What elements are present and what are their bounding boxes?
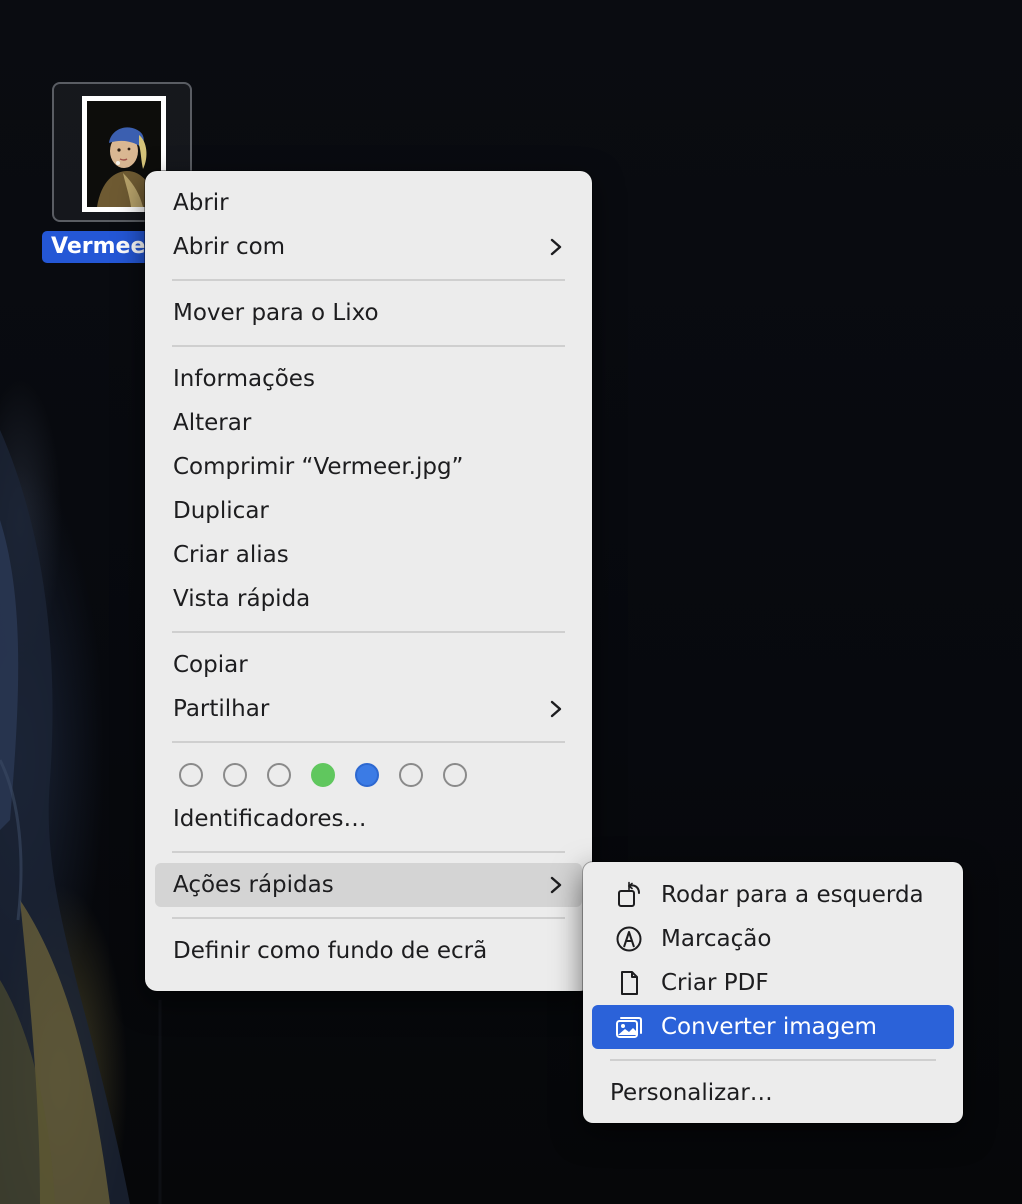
- menu-item-get-info[interactable]: Informações: [145, 357, 592, 401]
- menu-separator: [172, 631, 565, 633]
- tag-circle-empty[interactable]: [179, 763, 203, 787]
- menu-separator: [172, 741, 565, 743]
- tag-circle-blue[interactable]: [355, 763, 379, 787]
- submenu-item-label: Marcação: [661, 926, 772, 952]
- submenu-item-markup[interactable]: Marcação: [583, 917, 963, 961]
- quick-actions-submenu: Rodar para a esquerda Marcação Criar PDF…: [583, 862, 963, 1123]
- tag-circle-empty[interactable]: [399, 763, 423, 787]
- menu-separator: [172, 851, 565, 853]
- submenu-item-label: Rodar para a esquerda: [661, 882, 924, 908]
- submenu-item-label: Converter imagem: [661, 1014, 877, 1040]
- menu-item-rename[interactable]: Alterar: [145, 401, 592, 445]
- rotate-left-icon: [618, 881, 640, 907]
- submenu-item-convert-image[interactable]: Converter imagem: [592, 1005, 954, 1049]
- menu-item-quick-look[interactable]: Vista rápida: [145, 577, 592, 621]
- submenu-item-customize[interactable]: Personalizar…: [583, 1071, 963, 1115]
- tag-circle-green[interactable]: [311, 763, 335, 787]
- menu-item-copy[interactable]: Copiar: [145, 643, 592, 687]
- menu-item-make-alias[interactable]: Criar alias: [145, 533, 592, 577]
- menu-item-quick-actions[interactable]: Ações rápidas: [155, 863, 582, 907]
- photos-icon: [616, 1017, 642, 1038]
- tag-circle-empty[interactable]: [267, 763, 291, 787]
- menu-separator: [172, 279, 565, 281]
- menu-item-open-with[interactable]: Abrir com: [145, 225, 592, 269]
- menu-separator: [172, 917, 565, 919]
- submenu-item-label: Criar PDF: [661, 970, 769, 996]
- submenu-item-create-pdf[interactable]: Criar PDF: [583, 961, 963, 1005]
- menu-item-duplicate[interactable]: Duplicar: [145, 489, 592, 533]
- menu-item-label: Abrir com: [173, 234, 286, 260]
- menu-separator: [610, 1059, 936, 1061]
- tag-circle-empty[interactable]: [443, 763, 467, 787]
- document-icon: [621, 971, 638, 995]
- chevron-right-icon: [550, 876, 562, 894]
- menu-item-move-to-trash[interactable]: Mover para o Lixo: [145, 291, 592, 335]
- menu-item-tags[interactable]: Identificadores…: [145, 797, 592, 841]
- markup-icon: [616, 926, 642, 952]
- menu-separator: [172, 345, 565, 347]
- context-menu: Abrir Abrir com Mover para o Lixo Inform…: [145, 171, 592, 991]
- menu-item-share[interactable]: Partilhar: [145, 687, 592, 731]
- menu-item-set-wallpaper[interactable]: Definir como fundo de ecrã: [145, 929, 592, 973]
- tag-circle-empty[interactable]: [223, 763, 247, 787]
- chevron-right-icon: [550, 700, 562, 718]
- chevron-right-icon: [550, 238, 562, 256]
- menu-item-label: Ações rápidas: [173, 872, 334, 898]
- menu-item-compress[interactable]: Comprimir “Vermeer.jpg”: [145, 445, 592, 489]
- menu-item-label: Partilhar: [173, 696, 270, 722]
- submenu-item-rotate-left[interactable]: Rodar para a esquerda: [583, 873, 963, 917]
- menu-item-open[interactable]: Abrir: [145, 181, 592, 225]
- tag-color-row: [145, 753, 592, 797]
